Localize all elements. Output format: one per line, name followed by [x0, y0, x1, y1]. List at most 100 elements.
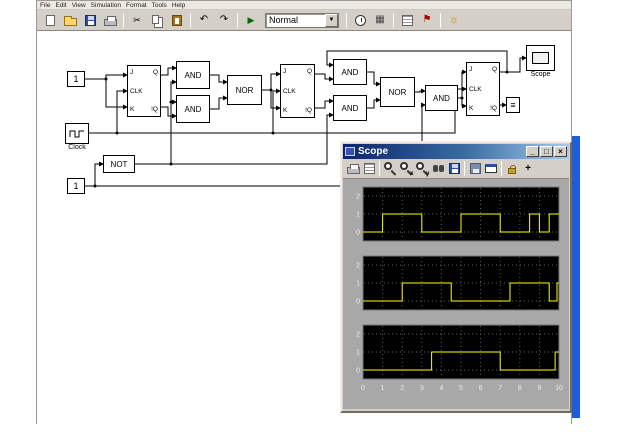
and-gate-4[interactable]: AND	[333, 95, 367, 121]
simulation-time-icon[interactable]	[350, 11, 370, 29]
close-button[interactable]: ×	[554, 146, 567, 157]
floating-scope-icon[interactable]	[483, 161, 499, 177]
jk-flipflop-1[interactable]: JCLKKQ!Q	[127, 65, 161, 117]
wire-11[interactable]	[210, 98, 227, 109]
wire-3[interactable]	[89, 91, 127, 133]
open-model-icon	[64, 18, 77, 26]
zoom-icon[interactable]	[382, 161, 398, 177]
save-model-icon[interactable]	[80, 11, 100, 29]
menu-view[interactable]: View	[72, 2, 86, 9]
simulation-mode-dropdown[interactable]: Normal ▼	[265, 13, 339, 28]
copy-icon	[152, 15, 159, 24]
toolbar-separator	[346, 13, 347, 28]
wire-12[interactable]	[262, 74, 280, 90]
zoom-y-icon: y	[416, 162, 429, 175]
jk-flipflop-3[interactable]: JCLKKQ!Q	[466, 62, 500, 116]
scope-axes-2[interactable]: 012	[347, 253, 565, 315]
output-chart-icon[interactable]: ▦	[370, 11, 390, 29]
clock-block[interactable]: Clock	[65, 123, 89, 144]
jk-flipflop-2[interactable]: JCLKKQ!Q	[280, 64, 315, 118]
and-gate-2[interactable]: AND	[176, 95, 210, 123]
wire-20[interactable]	[415, 91, 425, 92]
wire-10[interactable]	[210, 75, 227, 82]
print-icon	[347, 167, 360, 174]
autoscale-icon[interactable]	[430, 161, 446, 177]
restore-axes-settings-icon[interactable]	[467, 161, 483, 177]
toolbar-separator	[379, 161, 380, 176]
print-icon[interactable]	[100, 11, 120, 29]
and-gate-5[interactable]: AND	[425, 85, 458, 111]
constant-1[interactable]: 1	[67, 71, 85, 87]
paste-icon[interactable]	[167, 11, 187, 29]
save-axes-settings-icon	[449, 163, 460, 174]
constant-2[interactable]: 1	[67, 178, 85, 194]
x-tick-label: 3	[420, 385, 424, 392]
nor-gate-1[interactable]: NOR	[227, 75, 262, 105]
menu-edit[interactable]: Edit	[55, 2, 66, 9]
block-label: NOR	[389, 88, 407, 97]
wire-25[interactable]	[500, 58, 526, 72]
y-tick-label: 0	[356, 299, 360, 306]
cut-icon[interactable]: ✂	[127, 11, 147, 29]
scope-axes-1[interactable]: 012	[347, 184, 565, 246]
output-chart-icon: ▦	[375, 15, 384, 25]
build-all-icon[interactable]: ☼	[444, 11, 464, 29]
build-all-icon: ☼	[449, 15, 459, 26]
wire-21[interactable]	[85, 164, 103, 186]
x-tick-label: 8	[518, 385, 522, 392]
lock-axes-icon[interactable]	[504, 161, 520, 177]
model-browser-icon: ⚑	[423, 15, 432, 25]
desktop: File Edit View Simulation Format Tools Help ✂ ↶…	[0, 0, 621, 432]
zoom-x-icon: x	[400, 162, 413, 175]
block-label: 1	[73, 74, 78, 84]
signal-selection-icon[interactable]: +	[520, 161, 536, 177]
undo-icon[interactable]: ↶	[194, 11, 214, 29]
menu-file[interactable]: File	[40, 2, 50, 9]
parameters-icon[interactable]	[361, 161, 377, 177]
wire-23[interactable]	[458, 72, 466, 98]
start-simulation-icon[interactable]: ▶	[241, 11, 261, 29]
toolbar-separator	[123, 13, 124, 28]
scope-block[interactable]: Scope	[526, 45, 555, 71]
menu-help[interactable]: Help	[172, 2, 185, 9]
library-browser-icon[interactable]	[397, 11, 417, 29]
wire-junction	[270, 89, 273, 92]
menu-simulation[interactable]: Simulation	[91, 2, 121, 9]
wire-14[interactable]	[315, 74, 333, 79]
zoom-x-icon[interactable]: x	[398, 161, 414, 177]
scope-titlebar[interactable]: Scope _□×	[343, 144, 569, 159]
dropdown-arrow-icon[interactable]: ▼	[325, 14, 338, 27]
menu-format[interactable]: Format	[126, 2, 147, 9]
port-label-j: J	[469, 66, 482, 73]
port-label-clk: CLK	[469, 86, 482, 93]
port-label-q: Q	[153, 69, 158, 76]
cut-icon: ✂	[133, 16, 141, 25]
clock-wave-icon	[69, 128, 85, 139]
menu-tools[interactable]: Tools	[152, 2, 167, 9]
wire-7[interactable]	[161, 107, 176, 116]
model-browser-icon[interactable]: ⚑	[417, 11, 437, 29]
and-gate-3[interactable]: AND	[333, 59, 367, 85]
display-block[interactable]: ≡	[506, 97, 520, 113]
open-model-icon[interactable]	[60, 11, 80, 29]
redo-icon[interactable]: ↷	[214, 11, 234, 29]
new-model-icon[interactable]	[40, 11, 60, 29]
copy-icon[interactable]	[147, 11, 167, 29]
wire-15[interactable]	[315, 101, 333, 108]
block-label: AND	[185, 71, 202, 80]
scope-axes-3[interactable]: 012012345678910	[347, 322, 565, 398]
minimize-button[interactable]: _	[526, 146, 539, 157]
maximize-button[interactable]: □	[540, 146, 553, 157]
zoom-y-icon[interactable]: y	[414, 161, 430, 177]
wire-13[interactable]	[271, 90, 280, 108]
wire-19[interactable]	[367, 100, 380, 108]
wire-18[interactable]	[367, 72, 380, 84]
print-icon[interactable]	[345, 161, 361, 177]
wire-6[interactable]	[161, 68, 176, 75]
undo-icon: ↶	[200, 15, 208, 25]
save-axes-settings-icon[interactable]	[446, 161, 462, 177]
nor-gate-2[interactable]: NOR	[380, 77, 415, 107]
and-gate-1[interactable]: AND	[176, 61, 210, 89]
not-gate[interactable]: NOT	[103, 155, 135, 173]
x-tick-label: 1	[381, 385, 385, 392]
